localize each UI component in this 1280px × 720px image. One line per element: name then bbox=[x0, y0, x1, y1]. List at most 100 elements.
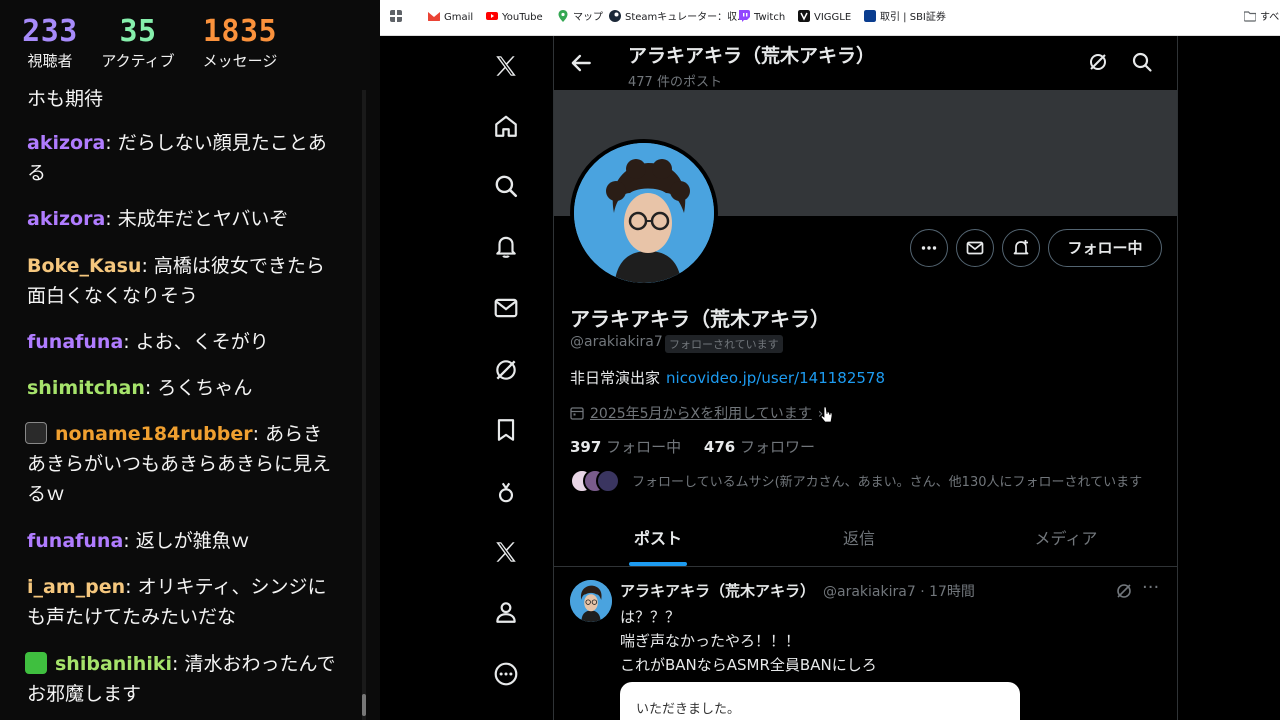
quoted-post-card[interactable]: いただきました。 bbox=[620, 682, 1020, 720]
premium-x-icon[interactable] bbox=[490, 536, 522, 568]
follows-you-badge: フォローされています bbox=[665, 335, 783, 353]
chat-username[interactable]: noname184rubber bbox=[55, 423, 253, 445]
user-avatar-icon bbox=[25, 422, 47, 444]
tweet-header: アラキアキラ（荒木アキラ） @arakiakira7 · 17時間 bbox=[620, 580, 975, 601]
message-button[interactable] bbox=[956, 229, 994, 267]
bookmark-sbi[interactable]: 取引 | SBI証券 bbox=[864, 10, 946, 26]
profile-header-bar: アラキアキラ（荒木アキラ） 477 件のポスト bbox=[554, 36, 1177, 90]
followers-you-know-text: フォローしているムサシ(新アカさん、あまい。さん、他130人にフォローされていま… bbox=[632, 475, 1143, 490]
mouse-cursor-icon bbox=[820, 406, 833, 423]
chat-scrollbar[interactable] bbox=[362, 90, 366, 720]
tweet-avatar[interactable] bbox=[570, 580, 612, 622]
header-profile-name: アラキアキラ（荒木アキラ） bbox=[628, 45, 876, 67]
more-dots-icon bbox=[921, 246, 937, 250]
tweet-meta[interactable]: @arakiakira7 · 17時間 bbox=[823, 584, 975, 600]
twitch-icon bbox=[739, 10, 750, 22]
followers-you-know[interactable]: フォローしているムサシ(新アカさん、あまい。さん、他130人にフォローされていま… bbox=[570, 468, 1170, 494]
bookmark-gmail[interactable]: Gmail bbox=[428, 10, 473, 26]
bookmarks-bar: Gmail YouTube マップ Steamキュレーター：収... Twitc… bbox=[380, 0, 1280, 36]
chat-message: shibanihiki: 清水おわったんでお邪魔します bbox=[25, 652, 336, 705]
followers-link[interactable]: 476 フォロワー bbox=[704, 438, 815, 456]
bio-link[interactable]: nicovideo.jp/user/141182578 bbox=[666, 369, 885, 387]
bookmark-label: Twitch bbox=[754, 12, 786, 23]
messages-label: メッセージ bbox=[202, 52, 278, 70]
bookmark-steam[interactable]: Steamキュレーター：収... bbox=[609, 10, 747, 26]
sbi-icon bbox=[864, 10, 876, 22]
tweet-more-icon[interactable]: ··· bbox=[1142, 579, 1164, 601]
joined-date[interactable]: 2025年5月からXを利用しています › bbox=[570, 403, 823, 423]
following-count: 397 bbox=[570, 438, 602, 456]
grok-icon[interactable] bbox=[1086, 50, 1110, 74]
bookmark-youtube[interactable]: YouTube bbox=[486, 10, 543, 26]
messages-envelope-icon[interactable] bbox=[490, 292, 522, 324]
chat-username[interactable]: funafuna bbox=[27, 530, 123, 552]
back-arrow-icon[interactable] bbox=[568, 50, 594, 76]
bookmark-twitch[interactable]: Twitch bbox=[738, 10, 785, 26]
more-circle-icon[interactable] bbox=[490, 658, 522, 690]
grok-icon[interactable] bbox=[490, 354, 522, 386]
active-count: 35 bbox=[119, 14, 157, 49]
active-label: アクティブ bbox=[101, 52, 175, 70]
post-count: 477 件のポスト bbox=[628, 75, 722, 90]
profile-person-icon[interactable] bbox=[490, 596, 522, 628]
bookmark-viggle[interactable]: VIGGLE bbox=[798, 10, 851, 26]
bookmark-all-folder[interactable]: すべ bbox=[1244, 10, 1279, 26]
profile-bio: 非日常演出家 nicovideo.jp/user/141182578 bbox=[570, 367, 885, 388]
home-icon[interactable] bbox=[490, 110, 522, 142]
notify-button[interactable] bbox=[1002, 229, 1040, 267]
chat-text: ホも期待 bbox=[27, 88, 104, 110]
joined-text: 2025年5月からXを利用しています bbox=[590, 406, 812, 422]
notifications-bell-icon[interactable] bbox=[490, 230, 522, 262]
tweet-text-line: これがBANならASMR全員BANにしろ bbox=[620, 656, 877, 674]
chat-message: i_am_pen: オリキティ、シンジにも声たけてたみたいだな bbox=[27, 576, 327, 628]
follow-counts: 397 フォロー中 476 フォロワー bbox=[570, 436, 815, 457]
chat-message: funafuna: 返しが雑魚ｗ bbox=[27, 530, 250, 552]
chat-username[interactable]: Boke_Kasu bbox=[27, 255, 141, 277]
grok-icon[interactable] bbox=[1114, 581, 1134, 601]
steam-icon bbox=[609, 10, 621, 22]
profile-column: アラキアキラ（荒木アキラ） 477 件のポスト フォロー中 アラキアキラ（荒木ア… bbox=[553, 36, 1178, 720]
bookmarks-icon[interactable] bbox=[490, 414, 522, 446]
bookmark-label: VIGGLE bbox=[814, 12, 852, 23]
avatar bbox=[596, 469, 620, 493]
following-button[interactable]: フォロー中 bbox=[1048, 229, 1162, 267]
explore-search-icon[interactable] bbox=[490, 170, 522, 202]
following-link[interactable]: 397 フォロー中 bbox=[570, 438, 681, 456]
gmail-icon bbox=[428, 12, 440, 21]
tweet-author-name[interactable]: アラキアキラ（荒木アキラ） bbox=[620, 582, 815, 600]
avatar-photo bbox=[574, 143, 714, 283]
chat-username[interactable]: shibanihiki bbox=[55, 653, 172, 675]
chat-username[interactable]: funafuna bbox=[27, 331, 123, 353]
stream-stats: 233 視聴者 35 アクティブ 1835 メッセージ bbox=[0, 0, 380, 86]
followers-label: フォロワー bbox=[739, 438, 815, 456]
tab-replies[interactable]: 返信 bbox=[755, 510, 963, 567]
chat-username[interactable]: akizora bbox=[27, 208, 105, 230]
chat-scrollbar-thumb[interactable] bbox=[362, 694, 366, 716]
bio-text: 非日常演出家 bbox=[570, 369, 661, 387]
more-options-button[interactable] bbox=[910, 229, 948, 267]
chat-username[interactable]: akizora bbox=[27, 132, 105, 154]
profile-avatar[interactable] bbox=[570, 139, 718, 287]
x-sidebar-nav bbox=[470, 36, 542, 720]
chat-message-fragment: ホも期待 bbox=[27, 86, 339, 114]
tab-media[interactable]: メディア bbox=[962, 510, 1170, 567]
chat-message-list: ホも期待 akizora: だらしない顔見たことある akizora: 未成年だ… bbox=[0, 86, 362, 720]
bookmark-maps[interactable]: マップ bbox=[557, 10, 603, 26]
chat-text: ろくちゃん bbox=[157, 377, 253, 399]
search-icon[interactable] bbox=[1130, 50, 1154, 74]
chat-username[interactable]: shimitchan bbox=[27, 377, 145, 399]
chat-username[interactable]: i_am_pen bbox=[27, 576, 125, 598]
bookmark-label: 取引 | SBI証券 bbox=[880, 12, 946, 23]
bookmark-apps[interactable] bbox=[390, 10, 406, 26]
tab-posts[interactable]: ポスト bbox=[554, 510, 762, 567]
bookmark-label: Gmail bbox=[444, 12, 474, 23]
x-logo-icon[interactable] bbox=[490, 50, 522, 82]
viewers-count: 233 bbox=[22, 14, 78, 49]
jobs-icon[interactable] bbox=[490, 476, 522, 508]
chat-text: よお、くそがり bbox=[135, 331, 269, 353]
viggle-icon bbox=[798, 10, 810, 22]
tweet-text-line: は？？？ bbox=[620, 608, 681, 626]
bookmark-label: YouTube bbox=[502, 12, 543, 23]
youtube-icon bbox=[486, 12, 498, 20]
viewers-label: 視聴者 bbox=[27, 52, 73, 70]
